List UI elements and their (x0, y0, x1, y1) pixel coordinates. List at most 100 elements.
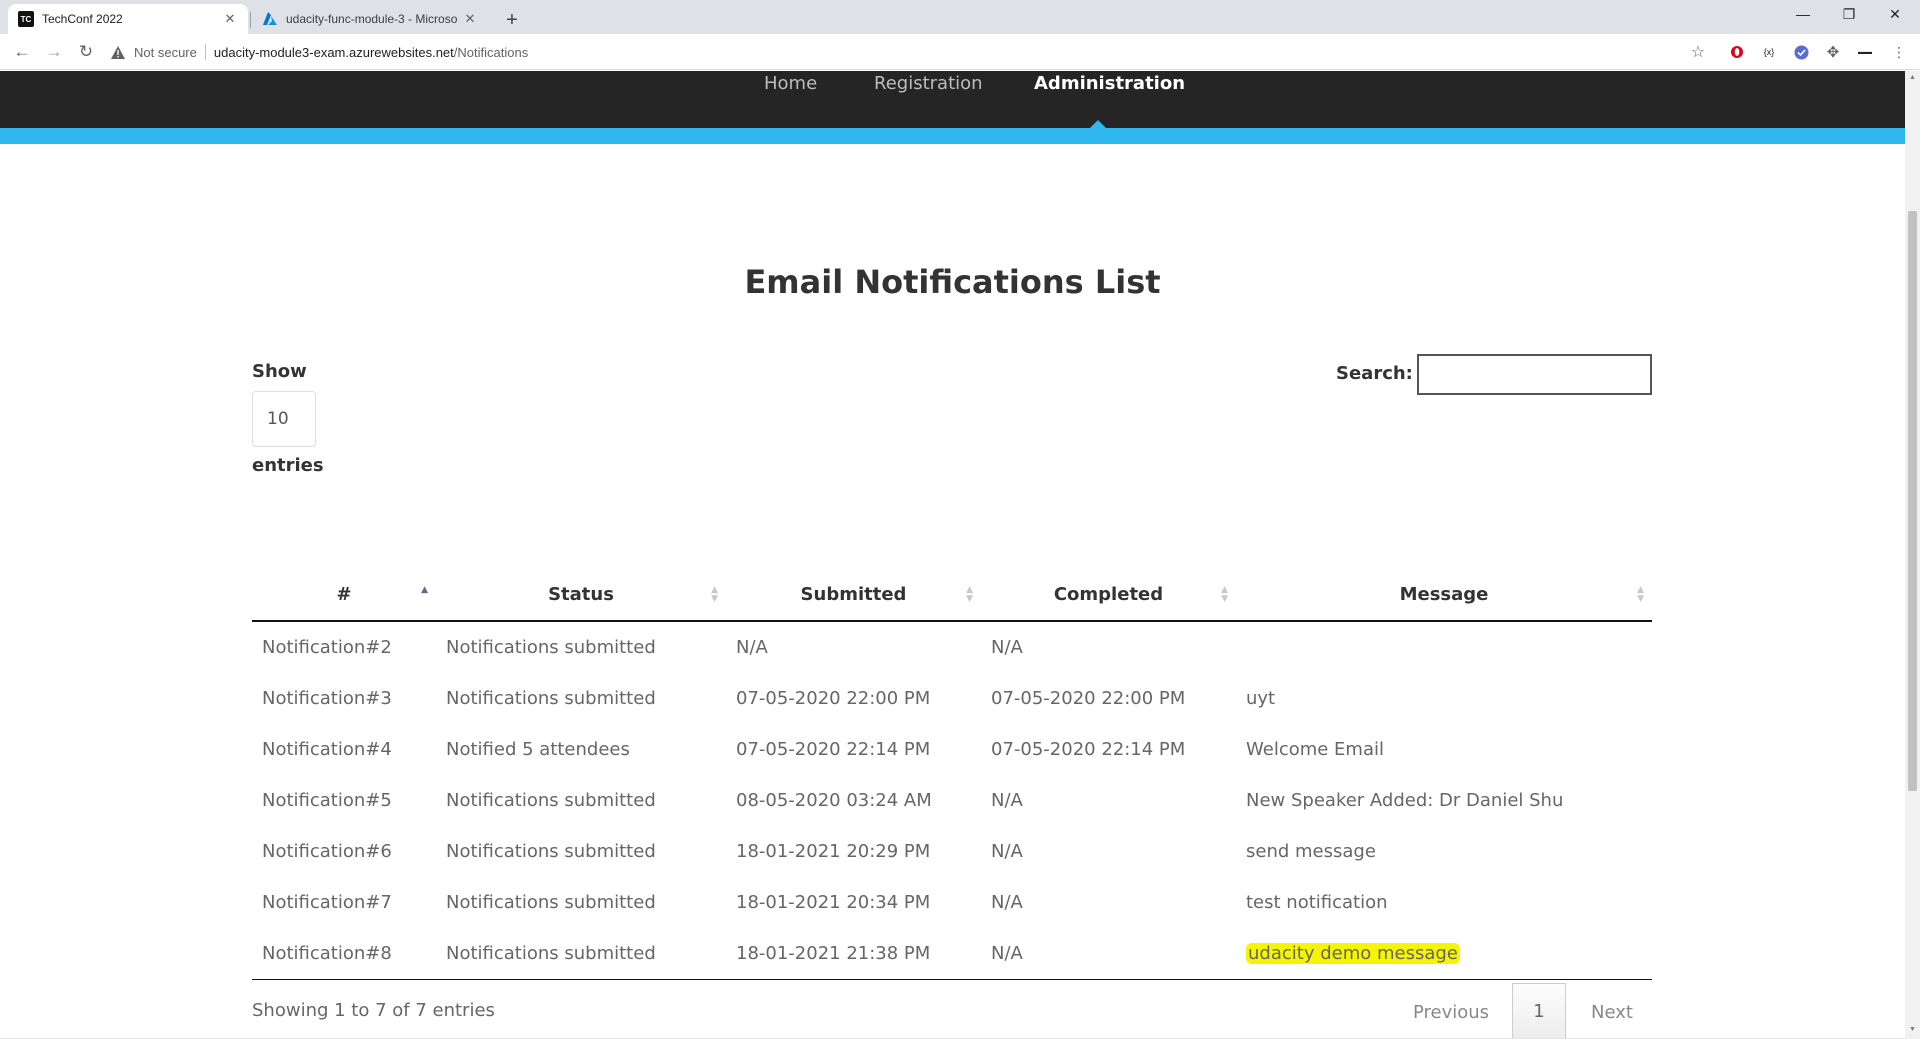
azure-logo-icon (262, 11, 278, 27)
notifications-table: # ▲ Status ▲ ▼ Submitted ▲ ▼ Completed ▲ ▼ Mess… (252, 569, 1652, 980)
column-header-submitted[interactable]: Submitted ▲ ▼ (726, 569, 981, 622)
sort-both-icon: ▲ ▼ (711, 585, 718, 604)
cell-completed: 07-05-2020 22:00 PM (991, 688, 1186, 709)
page-length-select[interactable]: 10 (252, 391, 316, 447)
cell-id: Notification#5 (262, 790, 392, 811)
browser-toolbar: ← → ↻ Not secure udacity-module3-exam.az… (0, 34, 1920, 70)
highlighted-message: udacity demo message (1246, 942, 1460, 964)
cell-status: Notifications submitted (446, 841, 656, 862)
reload-icon[interactable]: ↻ (74, 40, 98, 64)
scroll-up-icon[interactable]: ▲ (1908, 74, 1917, 82)
omnibox-divider (204, 44, 206, 60)
sort-both-icon: ▲ ▼ (1221, 585, 1228, 604)
browser-tab-strip: TC TechConf 2022 ✕ udacity-func-module-3… (0, 0, 1920, 34)
cell-status: Notifications submitted (446, 688, 656, 709)
next-page-button[interactable]: Next (1570, 983, 1654, 1039)
cell-message: test notification (1246, 892, 1388, 913)
table-row: Notification#8 Notifications submitted 1… (252, 928, 1652, 980)
active-nav-caret-icon (1090, 120, 1106, 128)
address-bar[interactable]: Not secure udacity-module3-exam.azureweb… (110, 38, 1700, 66)
url-host: udacity-module3-exam.azurewebsites.net (213, 44, 454, 60)
url-path: /Notifications (453, 44, 529, 60)
close-tab-icon[interactable]: ✕ (222, 11, 238, 27)
cell-message: uyt (1246, 688, 1276, 709)
back-arrow-icon[interactable]: ← (10, 40, 34, 64)
page-viewport: Home Registration Administration Email N… (0, 71, 1905, 1039)
new-tab-plus-icon[interactable]: + (498, 6, 526, 34)
cell-id: Notification#7 (262, 892, 392, 913)
previous-page-button[interactable]: Previous (1396, 983, 1506, 1039)
cell-completed: N/A (991, 637, 1023, 658)
column-header-completed[interactable]: Completed ▲ ▼ (981, 569, 1236, 622)
tab-title: udacity-func-module-3 - Microso (286, 12, 458, 26)
column-header-message[interactable]: Message ▲ ▼ (1236, 569, 1652, 622)
cell-submitted: 18-01-2021 20:29 PM (736, 841, 931, 862)
sort-both-icon: ▲ ▼ (966, 585, 973, 604)
tab-techconf[interactable]: TC TechConf 2022 ✕ (8, 4, 248, 34)
table-row: Notification#4 Notified 5 attendees 07-0… (252, 724, 1652, 775)
json-extension-icon[interactable]: {x} (1759, 42, 1779, 62)
search-input[interactable] (1417, 354, 1652, 395)
show-label: Show (252, 361, 307, 382)
table-row: Notification#2 Notifications submitted N… (252, 621, 1652, 673)
cell-submitted: 18-01-2021 21:38 PM (726, 928, 981, 980)
cell-completed: N/A (991, 790, 1023, 811)
tab-azure-portal[interactable]: udacity-func-module-3 - Microso ✕ (252, 4, 488, 34)
cell-id: Notification#6 (262, 841, 392, 862)
site-navbar: Home Registration Administration (0, 71, 1905, 128)
accent-bar (0, 128, 1905, 144)
nav-registration[interactable]: Registration (874, 73, 983, 94)
cell-completed: N/A (991, 841, 1023, 862)
table-row: Notification#3 Notifications submitted 0… (252, 673, 1652, 724)
notifications-table-wrapper: # ▲ Status ▲ ▼ Submitted ▲ ▼ Completed ▲ ▼ Mess… (252, 569, 1652, 980)
search-label: Search: (1336, 363, 1413, 384)
cell-completed: N/A (991, 892, 1023, 913)
cell-status: Notifications submitted (446, 892, 656, 913)
cell-message (1236, 621, 1652, 673)
opera-extension-icon[interactable] (1727, 42, 1747, 62)
nav-home[interactable]: Home (764, 73, 817, 94)
close-tab-icon[interactable]: ✕ (462, 11, 478, 27)
table-header-row: # ▲ Status ▲ ▼ Submitted ▲ ▼ Completed ▲ ▼ Mess… (252, 569, 1652, 622)
bookmark-star-icon[interactable]: ☆ (1688, 42, 1708, 62)
forward-arrow-icon[interactable]: → (42, 40, 66, 64)
cell-status: Notified 5 attendees (446, 739, 630, 760)
scroll-down-icon[interactable]: ▼ (1908, 1026, 1917, 1034)
profile-extension-icon[interactable]: ▬▬ (1855, 42, 1875, 62)
close-window-icon[interactable]: ✕ (1872, 0, 1918, 30)
cell-status: Notifications submitted (446, 790, 656, 811)
minimize-icon[interactable]: — (1780, 0, 1826, 30)
security-status-label[interactable]: Not secure (134, 45, 197, 60)
cell-message: New Speaker Added: Dr Daniel Shu (1246, 790, 1564, 811)
tab-divider (250, 12, 251, 28)
restore-window-icon[interactable]: ❐ (1826, 0, 1872, 30)
extensions-puzzle-icon[interactable]: ✥ (1823, 42, 1843, 62)
cell-id: Notification#3 (262, 688, 392, 709)
entries-label: entries (252, 455, 324, 476)
checkmark-extension-icon[interactable] (1791, 42, 1811, 62)
column-header-label: Completed (1053, 584, 1164, 605)
cell-completed: 07-05-2020 22:14 PM (991, 739, 1186, 760)
cell-message: send message (1246, 841, 1376, 862)
page-scrollbar[interactable]: ▲ ▼ (1905, 71, 1920, 1039)
nav-administration[interactable]: Administration (1034, 73, 1185, 94)
column-header-id[interactable]: # ▲ (252, 569, 436, 622)
sort-both-icon: ▲ ▼ (1637, 585, 1644, 604)
cell-id: Notification#2 (262, 637, 392, 658)
table-info-text: Showing 1 to 7 of 7 entries (252, 1000, 495, 1021)
page-number-button[interactable]: 1 (1512, 983, 1566, 1039)
menu-kebab-icon[interactable]: ⋮ (1889, 42, 1909, 62)
table-row: Notification#7 Notifications submitted 1… (252, 877, 1652, 928)
cell-completed: N/A (981, 928, 1236, 980)
cell-submitted: 08-05-2020 03:24 AM (736, 790, 932, 811)
column-header-status[interactable]: Status ▲ ▼ (436, 569, 726, 622)
column-header-label: # (336, 584, 352, 605)
cell-message: udacity demo message (1236, 928, 1652, 980)
cell-submitted: 07-05-2020 22:00 PM (736, 688, 931, 709)
warning-triangle-icon[interactable] (110, 44, 126, 60)
cell-id: Notification#8 (252, 928, 436, 980)
cell-submitted: N/A (736, 637, 768, 658)
page-title: Email Notifications List (744, 263, 1161, 301)
sort-ascending-icon: ▲ (421, 585, 428, 595)
scrollbar-thumb[interactable] (1908, 211, 1917, 791)
